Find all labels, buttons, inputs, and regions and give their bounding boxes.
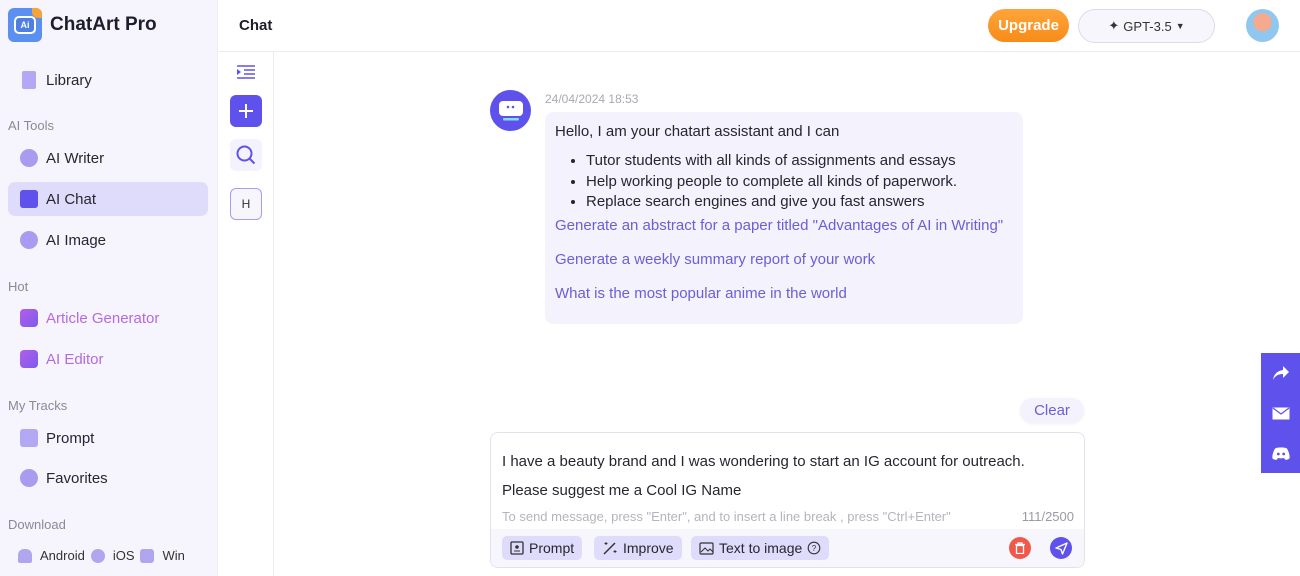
message-line: Please suggest me a Cool IG Name bbox=[502, 482, 742, 499]
indent-list-icon bbox=[237, 65, 255, 79]
chat-rail: H bbox=[218, 52, 274, 576]
new-chat-button[interactable] bbox=[230, 95, 262, 127]
section-hot: Hot bbox=[8, 279, 29, 294]
capability-item: Replace search engines and give you fast… bbox=[586, 192, 1013, 213]
search-button[interactable] bbox=[230, 139, 262, 171]
image-icon bbox=[699, 541, 714, 555]
download-android[interactable]: Android bbox=[40, 548, 85, 563]
upgrade-button[interactable]: Upgrade bbox=[988, 9, 1069, 42]
download-win[interactable]: Win bbox=[162, 548, 184, 563]
sidebar-item-label: AI Editor bbox=[46, 350, 104, 368]
prompt-icon bbox=[20, 429, 38, 447]
sidebar-item-library[interactable]: Library bbox=[8, 63, 208, 97]
mail-icon bbox=[1272, 407, 1289, 419]
magic-wand-icon bbox=[603, 542, 617, 555]
button-label: Text to image bbox=[719, 540, 803, 556]
clear-button[interactable]: Clear bbox=[1020, 398, 1084, 423]
sparkle-icon: ✦ bbox=[1108, 18, 1120, 33]
lightbulb-icon bbox=[20, 149, 38, 167]
capability-item: Help working people to complete all kind… bbox=[586, 172, 1013, 193]
atom-icon bbox=[20, 350, 38, 368]
assistant-message: Hello, I am your chatart assistant and I… bbox=[545, 112, 1023, 324]
send-icon bbox=[1054, 541, 1068, 555]
greeting-text: Hello, I am your chatart assistant and I… bbox=[555, 123, 840, 140]
share-button[interactable] bbox=[1261, 353, 1300, 393]
logo-icon: Ai bbox=[8, 8, 42, 42]
sidebar-item-label: Article Generator bbox=[46, 309, 160, 327]
robot-icon bbox=[498, 100, 523, 120]
download-ios[interactable]: iOS bbox=[113, 548, 135, 563]
caret-down-icon: ▼ bbox=[1175, 21, 1185, 31]
composer-toolbar: Prompt Improve Text to image ? bbox=[491, 529, 1084, 567]
app-name: ChatArt Pro bbox=[50, 14, 157, 35]
input-hint: To send message, press "Enter", and to i… bbox=[502, 509, 951, 524]
model-label: GPT-3.5 bbox=[1123, 18, 1172, 34]
sidebar-item-ai-editor[interactable]: AI Editor bbox=[8, 342, 208, 376]
sidebar-item-label: Library bbox=[46, 71, 92, 89]
capability-item: Tutor students with all kinds of assignm… bbox=[586, 151, 1013, 172]
plus-icon bbox=[239, 104, 253, 118]
suggestion-link[interactable]: What is the most popular anime in the wo… bbox=[555, 282, 1013, 306]
sidebar-item-favorites[interactable]: Favorites bbox=[8, 461, 208, 495]
history-item[interactable]: H bbox=[230, 188, 262, 220]
improve-button[interactable]: Improve bbox=[594, 536, 682, 560]
palette-icon bbox=[20, 231, 38, 249]
windows-icon bbox=[140, 548, 155, 563]
section-ai-tools: AI Tools bbox=[8, 118, 55, 133]
sidebar-item-ai-chat[interactable]: AI Chat bbox=[8, 182, 208, 216]
svg-text:?: ? bbox=[812, 544, 817, 553]
chat-icon bbox=[20, 190, 38, 208]
section-download: Download bbox=[8, 517, 66, 532]
app-logo[interactable]: Ai ChatArt Pro bbox=[8, 8, 157, 42]
message-input[interactable]: I have a beauty brand and I was wonderin… bbox=[502, 447, 1077, 505]
sidebar-item-article-generator[interactable]: Article Generator bbox=[8, 301, 208, 335]
apple-icon bbox=[90, 548, 105, 563]
delete-button[interactable] bbox=[1009, 537, 1031, 559]
sidebar-item-label: Favorites bbox=[46, 469, 108, 487]
assistant-avatar bbox=[490, 90, 531, 131]
button-label: Prompt bbox=[529, 540, 575, 556]
character-count: 111/2500 bbox=[1021, 509, 1074, 524]
bookmark-icon bbox=[22, 71, 36, 89]
android-icon bbox=[18, 548, 32, 563]
sidebar-item-label: AI Image bbox=[46, 231, 107, 249]
sidebar-item-ai-writer[interactable]: AI Writer bbox=[8, 141, 208, 175]
toggle-history-button[interactable] bbox=[230, 56, 262, 88]
article-icon bbox=[20, 309, 38, 327]
sidebar-item-label: AI Chat bbox=[46, 190, 97, 208]
page-title: Chat bbox=[239, 17, 273, 34]
text-to-image-button[interactable]: Text to image ? bbox=[691, 536, 830, 560]
message-composer[interactable]: I have a beauty brand and I was wonderin… bbox=[490, 432, 1085, 568]
sidebar: Ai ChatArt Pro Library AI Tools AI Write… bbox=[0, 0, 218, 576]
share-arrow-icon bbox=[1272, 366, 1289, 380]
send-button[interactable] bbox=[1050, 537, 1072, 559]
suggestion-link[interactable]: Generate an abstract for a paper titled … bbox=[555, 214, 1013, 238]
trash-icon bbox=[1015, 542, 1025, 554]
sidebar-item-label: Prompt bbox=[46, 429, 95, 447]
download-links: Android iOS Win bbox=[18, 548, 185, 563]
user-avatar[interactable] bbox=[1246, 9, 1279, 42]
suggestion-link[interactable]: Generate a weekly summary report of your… bbox=[555, 248, 1013, 272]
sidebar-item-ai-image[interactable]: AI Image bbox=[8, 223, 208, 257]
discord-button[interactable] bbox=[1261, 433, 1300, 473]
message-timestamp: 24/04/2024 18:53 bbox=[545, 92, 639, 106]
button-label: Improve bbox=[623, 540, 674, 556]
section-my-tracks: My Tracks bbox=[8, 398, 68, 413]
floating-share-bar bbox=[1261, 353, 1300, 473]
help-icon[interactable]: ? bbox=[807, 541, 821, 555]
discord-icon bbox=[1271, 446, 1290, 460]
header: Chat Upgrade ✦ GPT-3.5 ▼ bbox=[218, 0, 1300, 52]
capability-list: Tutor students with all kinds of assignm… bbox=[586, 151, 1013, 213]
model-selector[interactable]: ✦ GPT-3.5 ▼ bbox=[1078, 9, 1215, 43]
message-line: I have a beauty brand and I was wonderin… bbox=[502, 453, 1025, 470]
search-icon bbox=[236, 145, 256, 165]
prompt-icon bbox=[510, 541, 524, 555]
sidebar-item-prompt[interactable]: Prompt bbox=[8, 421, 208, 455]
sidebar-item-label: AI Writer bbox=[46, 149, 105, 167]
prompt-button[interactable]: Prompt bbox=[502, 536, 583, 560]
heart-icon bbox=[20, 469, 38, 487]
email-button[interactable] bbox=[1261, 393, 1300, 433]
